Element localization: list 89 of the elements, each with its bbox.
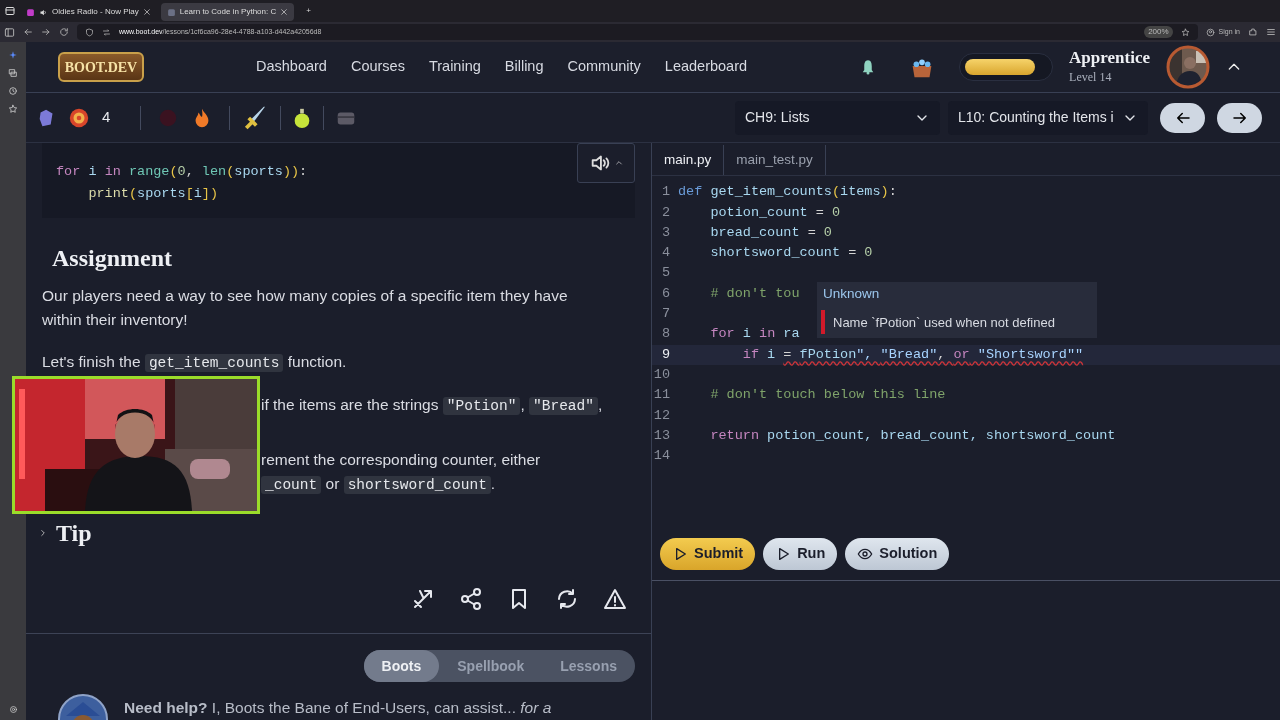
refresh-icon[interactable] — [555, 587, 579, 611]
code-line: print(sports[i]) — [87, 185, 219, 203]
line-number: 6 — [660, 284, 671, 303]
settings-icon[interactable] — [8, 705, 18, 714]
line-number: 11 — [652, 386, 671, 405]
nav-link[interactable]: Training — [428, 56, 481, 78]
shield-icon — [85, 27, 94, 37]
line-number: 4 — [660, 244, 671, 263]
chevron-up-icon — [615, 159, 623, 167]
paragraph: _count or shortsword_count . — [261, 472, 611, 497]
action-button[interactable]: Submit — [660, 538, 756, 571]
action-button[interactable]: Run — [763, 538, 838, 571]
dropdown[interactable]: L10: Counting the Items i — [948, 100, 1148, 135]
code-line: def get_item_counts(items): — [678, 183, 897, 202]
code-line: bread_count = 0 — [709, 223, 832, 242]
back-icon[interactable] — [23, 27, 33, 37]
sparkle-icon[interactable] — [8, 50, 18, 60]
file-tab[interactable]: main.py — [652, 145, 725, 176]
tab-title: Learn to Code in Python: C — [179, 6, 277, 18]
previous-button[interactable] — [1160, 102, 1205, 133]
reload-icon[interactable] — [59, 27, 69, 37]
line-number: 5 — [660, 264, 671, 283]
tooltip-message: Name `fPotion` used when not defined — [833, 313, 1055, 332]
line-number: 1 — [660, 183, 671, 202]
line-number: 3 — [660, 223, 671, 242]
extensions-icon[interactable] — [1248, 27, 1258, 37]
code-line: # don't tou — [709, 284, 800, 303]
code-line: shortsword_count = 0 — [709, 244, 873, 263]
next-button[interactable] — [1217, 102, 1262, 133]
logo[interactable]: BOOT.DEV — [58, 52, 144, 82]
new-tab-button[interactable]: + — [298, 5, 319, 17]
line-number: 13 — [652, 426, 671, 445]
history-icon[interactable] — [8, 86, 18, 96]
tooltip-title: Unknown — [823, 285, 881, 303]
code-line: potion_count = 0 — [709, 203, 841, 222]
help-tab[interactable]: Boots — [363, 650, 440, 682]
star-icon[interactable] — [1180, 27, 1190, 37]
browser-tab[interactable]: Oldies Radio - Now Play — [20, 3, 157, 21]
level-label: Level 14 — [1069, 69, 1113, 86]
nav-link[interactable]: Community — [567, 56, 641, 78]
code-line: for i in ra — [709, 325, 800, 344]
line-number: 12 — [652, 406, 671, 425]
account-icon — [1205, 27, 1215, 37]
streak-count: 4 — [102, 107, 111, 128]
line-number: 10 — [652, 365, 671, 384]
tabs-icon[interactable] — [8, 68, 18, 78]
close-icon[interactable] — [142, 8, 151, 16]
target-icon — [68, 106, 90, 129]
paragraph: if the items are the strings "Potion" , "Bread" , — [261, 395, 604, 417]
favicon-icon — [26, 7, 35, 17]
browser-tab[interactable]: Learn to Code in Python: C — [160, 3, 295, 21]
zoom-level[interactable]: 200% — [1144, 26, 1173, 38]
audio-button[interactable] — [577, 143, 635, 183]
nav-link[interactable]: Courses — [350, 56, 405, 78]
nav-link[interactable]: Billing — [504, 56, 544, 78]
help-text: Need help? I, Boots the Bane of End-Users, can assist... for a — [124, 698, 552, 718]
warning-icon[interactable] — [603, 587, 627, 611]
file-tab[interactable]: main_test.py — [724, 145, 826, 176]
line-number: 7 — [660, 305, 671, 324]
dropdown[interactable]: CH9: Lists — [735, 100, 940, 135]
star-icon[interactable] — [8, 104, 18, 114]
paragraph: Let's finish the get_item_counts function. — [42, 352, 348, 374]
tab-list-icon[interactable] — [4, 5, 16, 17]
tab-title: Oldies Radio - Now Play — [52, 6, 139, 18]
section-heading: Assignment — [52, 244, 173, 273]
code-line: if i = fPotion", "Bread", or "Shortsword"" — [741, 345, 1084, 364]
code-line: # don't touch below this line — [709, 386, 946, 405]
line-number: 9 — [660, 345, 671, 364]
rank-title: Apprentice — [1069, 48, 1150, 68]
line-number: 8 — [660, 325, 671, 344]
close-icon[interactable] — [280, 8, 289, 16]
nav-link[interactable]: Leaderboard — [664, 56, 748, 78]
nav-link[interactable]: Dashboard — [256, 56, 327, 78]
favicon-icon — [166, 7, 176, 17]
permissions-icon — [102, 27, 111, 37]
paragraph: Our players need a way to see how many copies of a specific item they have within their inventory! — [42, 286, 569, 330]
line-number: 14 — [652, 447, 671, 466]
share-icon[interactable] — [459, 587, 483, 611]
code-line: return potion_count, bread_count, shortsword_count — [709, 426, 1116, 445]
forward-icon[interactable] — [41, 27, 51, 37]
action-button[interactable]: Solution — [845, 538, 950, 571]
error-marker — [821, 310, 825, 335]
menu-icon[interactable] — [1266, 27, 1276, 37]
sidebar-icon[interactable] — [4, 26, 15, 38]
paragraph: rement the corresponding counter, either — [261, 450, 542, 470]
tip-toggle[interactable]: Tip — [38, 515, 92, 551]
code-line: for i in range(0, len(sports)): — [56, 163, 308, 181]
arrows-icon[interactable] — [411, 587, 435, 611]
line-number: 2 — [660, 203, 671, 222]
